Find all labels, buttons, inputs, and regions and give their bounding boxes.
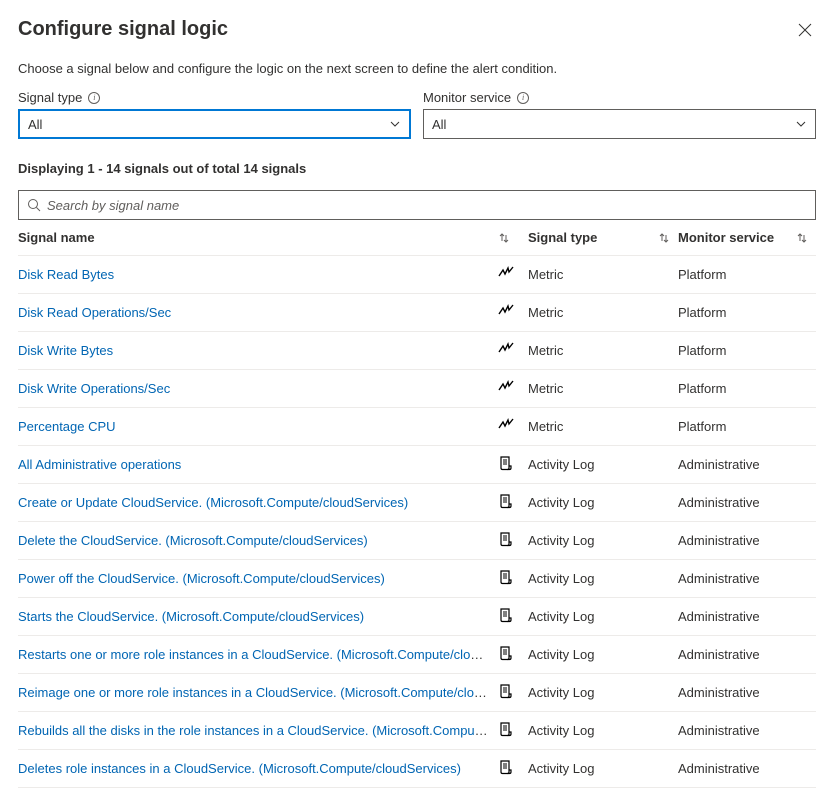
table-row: Disk Write Operations/Sec MetricPlatform bbox=[18, 370, 816, 408]
chevron-down-icon bbox=[389, 118, 401, 130]
table-row: Deletes role instances in a CloudService… bbox=[18, 750, 816, 788]
monitor-service-cell: Administrative bbox=[678, 446, 816, 484]
column-header-name-label: Signal name bbox=[18, 230, 95, 245]
monitor-service-cell: Platform bbox=[678, 294, 816, 332]
activity-log-icon bbox=[498, 759, 514, 775]
monitor-service-label: Monitor service bbox=[423, 90, 511, 105]
close-icon bbox=[798, 23, 812, 37]
subtitle-text: Choose a signal below and configure the … bbox=[18, 61, 816, 76]
signal-type-cell: Activity Log bbox=[528, 560, 678, 598]
activity-log-icon bbox=[498, 531, 514, 547]
signal-link[interactable]: Power off the CloudService. (Microsoft.C… bbox=[18, 571, 385, 586]
table-row: Power off the CloudService. (Microsoft.C… bbox=[18, 560, 816, 598]
signal-type-label: Signal type bbox=[18, 90, 82, 105]
activity-log-icon bbox=[498, 493, 514, 509]
search-icon bbox=[27, 198, 41, 212]
search-input[interactable] bbox=[47, 198, 807, 213]
monitor-service-cell: Platform bbox=[678, 408, 816, 446]
column-header-monitor-label: Monitor service bbox=[678, 230, 774, 245]
signal-link[interactable]: All Administrative operations bbox=[18, 457, 181, 472]
signal-link[interactable]: Rebuilds all the disks in the role insta… bbox=[18, 723, 498, 738]
metric-icon bbox=[498, 265, 514, 281]
metric-icon bbox=[498, 417, 514, 433]
monitor-service-cell: Administrative bbox=[678, 636, 816, 674]
table-row: Delete the CloudService. (Microsoft.Comp… bbox=[18, 522, 816, 560]
signal-type-cell: Activity Log bbox=[528, 598, 678, 636]
search-box[interactable] bbox=[18, 190, 816, 220]
signal-type-cell: Metric bbox=[528, 370, 678, 408]
signal-type-cell: Activity Log bbox=[528, 484, 678, 522]
monitor-service-cell: Administrative bbox=[678, 598, 816, 636]
page-title: Configure signal logic bbox=[18, 18, 228, 41]
activity-log-icon bbox=[498, 455, 514, 471]
signal-type-select[interactable]: All bbox=[18, 109, 411, 139]
sort-icon bbox=[658, 232, 670, 244]
column-header-name-sort[interactable] bbox=[498, 220, 528, 256]
close-button[interactable] bbox=[794, 19, 816, 41]
signal-link[interactable]: Disk Read Bytes bbox=[18, 267, 114, 282]
metric-icon bbox=[498, 379, 514, 395]
metric-icon bbox=[498, 303, 514, 319]
activity-log-icon bbox=[498, 569, 514, 585]
signal-type-cell: Activity Log bbox=[528, 446, 678, 484]
activity-log-icon bbox=[498, 607, 514, 623]
table-row: Create or Update CloudService. (Microsof… bbox=[18, 484, 816, 522]
signal-type-cell: Metric bbox=[528, 256, 678, 294]
chevron-down-icon bbox=[795, 118, 807, 130]
monitor-service-cell: Administrative bbox=[678, 484, 816, 522]
column-header-type[interactable]: Signal type bbox=[528, 220, 678, 256]
signal-link[interactable]: Percentage CPU bbox=[18, 419, 116, 434]
monitor-service-value: All bbox=[432, 117, 446, 132]
info-icon[interactable]: i bbox=[517, 92, 529, 104]
activity-log-icon bbox=[498, 645, 514, 661]
table-row: Rebuilds all the disks in the role insta… bbox=[18, 712, 816, 750]
signal-link[interactable]: Create or Update CloudService. (Microsof… bbox=[18, 495, 408, 510]
monitor-service-cell: Platform bbox=[678, 332, 816, 370]
monitor-service-cell: Platform bbox=[678, 370, 816, 408]
monitor-service-cell: Administrative bbox=[678, 560, 816, 598]
table-row: Disk Write Bytes MetricPlatform bbox=[18, 332, 816, 370]
signal-link[interactable]: Restarts one or more role instances in a… bbox=[18, 647, 498, 662]
signal-link[interactable]: Starts the CloudService. (Microsoft.Comp… bbox=[18, 609, 364, 624]
signals-table: Signal name Signal type Monitor servic bbox=[18, 220, 816, 788]
monitor-service-cell: Administrative bbox=[678, 750, 816, 788]
monitor-service-select[interactable]: All bbox=[423, 109, 816, 139]
monitor-service-cell: Platform bbox=[678, 256, 816, 294]
monitor-service-cell: Administrative bbox=[678, 674, 816, 712]
column-header-name[interactable]: Signal name bbox=[18, 220, 498, 256]
signal-link[interactable]: Delete the CloudService. (Microsoft.Comp… bbox=[18, 533, 368, 548]
signal-type-cell: Metric bbox=[528, 294, 678, 332]
monitor-service-cell: Administrative bbox=[678, 522, 816, 560]
table-row: All Administrative operations Activity Lo… bbox=[18, 446, 816, 484]
signal-type-value: All bbox=[28, 117, 42, 132]
sort-icon bbox=[498, 232, 520, 244]
signal-type-cell: Metric bbox=[528, 332, 678, 370]
activity-log-icon bbox=[498, 683, 514, 699]
table-row: Disk Read Bytes MetricPlatform bbox=[18, 256, 816, 294]
signal-type-cell: Activity Log bbox=[528, 750, 678, 788]
monitor-service-cell: Administrative bbox=[678, 712, 816, 750]
signal-type-cell: Activity Log bbox=[528, 636, 678, 674]
signal-link[interactable]: Reimage one or more role instances in a … bbox=[18, 685, 498, 700]
signal-type-cell: Activity Log bbox=[528, 712, 678, 750]
signal-type-cell: Metric bbox=[528, 408, 678, 446]
table-row: Reimage one or more role instances in a … bbox=[18, 674, 816, 712]
activity-log-icon bbox=[498, 721, 514, 737]
table-row: Starts the CloudService. (Microsoft.Comp… bbox=[18, 598, 816, 636]
signal-type-cell: Activity Log bbox=[528, 674, 678, 712]
sort-icon bbox=[796, 232, 808, 244]
column-header-monitor[interactable]: Monitor service bbox=[678, 220, 816, 256]
signal-link[interactable]: Disk Write Bytes bbox=[18, 343, 113, 358]
info-icon[interactable]: i bbox=[88, 92, 100, 104]
table-row: Percentage CPU MetricPlatform bbox=[18, 408, 816, 446]
signal-link[interactable]: Disk Read Operations/Sec bbox=[18, 305, 171, 320]
signal-link[interactable]: Disk Write Operations/Sec bbox=[18, 381, 170, 396]
column-header-type-label: Signal type bbox=[528, 230, 597, 245]
table-row: Disk Read Operations/Sec MetricPlatform bbox=[18, 294, 816, 332]
results-status: Displaying 1 - 14 signals out of total 1… bbox=[18, 161, 816, 176]
metric-icon bbox=[498, 341, 514, 357]
table-row: Restarts one or more role instances in a… bbox=[18, 636, 816, 674]
signal-link[interactable]: Deletes role instances in a CloudService… bbox=[18, 761, 461, 776]
signal-type-cell: Activity Log bbox=[528, 522, 678, 560]
